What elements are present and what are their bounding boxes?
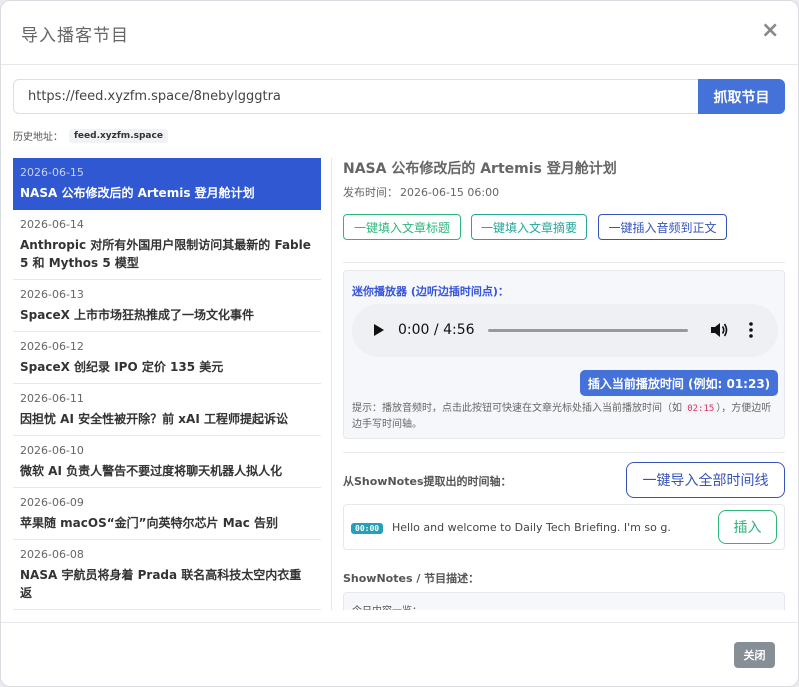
episode-item[interactable]: 2026-06-10 微软 AI 负责人警告不要过度将聊天机器人拟人化 <box>13 436 321 488</box>
modal-title: 导入播客节目 <box>21 26 129 46</box>
current-time: 0:00 <box>398 322 430 338</box>
episode-date: 2026-06-13 <box>20 288 84 301</box>
timeline-item: 00:00 Hello and welcome to Daily Tech Br… <box>343 504 785 550</box>
divider <box>343 452 785 453</box>
episode-date: 2026-06-11 <box>20 392 84 405</box>
duration: 4:56 <box>443 322 475 338</box>
episode-item[interactable]: 2026-06-13 SpaceX 上市市场狂热推成了一场文化事件 <box>13 280 321 332</box>
episode-date: 2026-06-12 <box>20 340 84 353</box>
panel-divider <box>331 158 332 610</box>
insert-audio-button[interactable]: 一键插入音频到正文 <box>598 214 727 240</box>
episode-item[interactable]: 2026-06-11 因担忧 AI 安全性被开除？前 xAI 工程师提起诉讼 <box>13 384 321 436</box>
episode-item[interactable]: 2026-06-09 苹果随 macOS“金门”向英特尔芯片 Mac 告别 <box>13 488 321 540</box>
episode-title: 微软 AI 负责人警告不要过度将聊天机器人拟人化 <box>20 464 283 478</box>
feed-url-input[interactable] <box>13 79 699 114</box>
timeline-label: 从ShowNotes提取出的时间轴： <box>343 475 512 488</box>
audio-progress-track[interactable] <box>488 329 688 332</box>
publish-time-value: 2026-06-15 06:00 <box>400 186 500 199</box>
episode-item[interactable]: 2026-06-08 NASA 宇航员将身着 Prada 联名高科技太空内衣重返 <box>13 540 321 610</box>
hint-text: 提示：播放音频时，点击此按钮可快速在文章光标处插入当前播放时间（如 <box>352 403 686 414</box>
episode-title: Anthropic 对所有外国用户限制访问其最新的 Fable 5 和 Myth… <box>20 238 311 270</box>
history-label: 历史地址： <box>13 132 63 143</box>
episode-title: 因担忧 AI 安全性被开除？前 xAI 工程师提起诉讼 <box>20 412 288 426</box>
hint-code: 02:15 <box>685 404 717 414</box>
publish-time: 发布时间： 2026-06-15 06:00 <box>343 184 499 200</box>
history-row: 历史地址： feed.xyzfm.space <box>13 128 168 146</box>
episode-date: 2026-06-14 <box>20 218 84 231</box>
more-options-icon[interactable] <box>746 321 756 339</box>
shownotes-label: ShowNotes / 节目描述： <box>343 572 480 585</box>
modal-header: 导入播客节目 × <box>1 1 798 65</box>
play-icon[interactable] <box>374 324 384 336</box>
episode-date: 2026-06-09 <box>20 496 84 509</box>
mini-player: 迷你播放器 (边听边插时间点)： 0:00 / 4:56 插入当前播放时间 (例… <box>343 270 785 439</box>
insert-current-time-button[interactable]: 插入当前播放时间 (例如: 01:23) <box>580 370 778 396</box>
insert-timestamp-button[interactable]: 插入 <box>718 510 777 544</box>
episode-date: 2026-06-15 <box>20 166 84 179</box>
divider <box>343 262 785 263</box>
episode-item[interactable]: 2026-06-12 SpaceX 创纪录 IPO 定价 135 美元 <box>13 332 321 384</box>
episode-title: NASA 公布修改后的 Artemis 登月舱计划 <box>20 186 255 200</box>
close-icon[interactable]: × <box>761 19 781 43</box>
fill-title-button[interactable]: 一键填入文章标题 <box>343 214 461 240</box>
shownotes-box[interactable]: 今日内容一览： <box>343 592 785 610</box>
episode-date: 2026-06-08 <box>20 548 84 561</box>
shownotes-text: 今日内容一览： <box>352 602 422 610</box>
audio-time: 0:00 / 4:56 <box>398 322 475 338</box>
footer-divider <box>1 622 798 623</box>
episode-title: SpaceX 上市市场狂热推成了一场文化事件 <box>20 308 255 322</box>
close-button[interactable]: 关闭 <box>734 642 775 668</box>
fetch-episodes-button[interactable]: 抓取节目 <box>698 79 785 114</box>
player-label: 迷你播放器 (边听边插时间点)： <box>352 285 509 298</box>
timestamp-badge: 00:00 <box>351 523 384 534</box>
timeline-text: Hello and welcome to Daily Tech Briefing… <box>392 521 672 534</box>
history-chip[interactable]: feed.xyzfm.space <box>69 128 168 143</box>
episode-detail: NASA 公布修改后的 Artemis 登月舱计划 发布时间： 2026-06-1… <box>343 158 785 610</box>
fill-summary-button[interactable]: 一键填入文章摘要 <box>471 214 587 240</box>
episode-title: SpaceX 创纪录 IPO 定价 135 美元 <box>20 360 224 374</box>
detail-title: NASA 公布修改后的 Artemis 登月舱计划 <box>343 161 617 177</box>
episode-title: 苹果随 macOS“金门”向英特尔芯片 Mac 告别 <box>20 516 279 530</box>
episode-list: 2026-06-15 NASA 公布修改后的 Artemis 登月舱计划 202… <box>13 158 321 610</box>
episode-item[interactable]: 2026-06-15 NASA 公布修改后的 Artemis 登月舱计划 <box>13 158 321 210</box>
import-podcast-modal: 导入播客节目 × 抓取节目 历史地址： feed.xyzfm.space 2026… <box>0 0 799 687</box>
episode-title: NASA 宇航员将身着 Prada 联名高科技太空内衣重返 <box>20 568 302 600</box>
import-all-timeline-button[interactable]: 一键导入全部时间线 <box>626 462 785 498</box>
episode-item[interactable]: 2026-06-14 Anthropic 对所有外国用户限制访问其最新的 Fab… <box>13 210 321 280</box>
episode-date: 2026-06-10 <box>20 444 84 457</box>
volume-icon[interactable] <box>710 322 728 338</box>
publish-time-label: 发布时间： <box>343 186 398 199</box>
audio-player: 0:00 / 4:56 <box>352 304 778 357</box>
player-hint: 提示：播放音频时，点击此按钮可快速在文章光标处插入当前播放时间（如 02:15）… <box>352 401 778 433</box>
time-separator: / <box>429 322 444 338</box>
feed-url-row: 抓取节目 <box>13 79 785 114</box>
